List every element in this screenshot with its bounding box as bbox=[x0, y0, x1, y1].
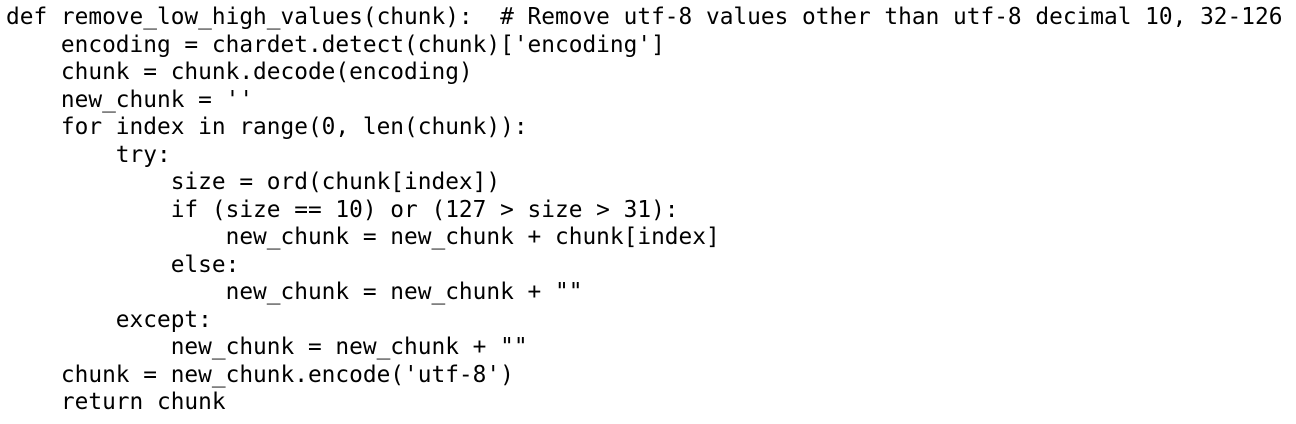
code-line-except: except: bbox=[6, 306, 212, 333]
code-line-return: return chunk bbox=[6, 389, 226, 415]
code-line-append-char: new_chunk = new_chunk + chunk[index] bbox=[6, 224, 720, 250]
code-line-except-append-empty: new_chunk = new_chunk + "" bbox=[6, 334, 528, 360]
code-line-else: else: bbox=[6, 251, 240, 278]
code-line-for-loop: for index in range(0, len(chunk)): bbox=[6, 114, 528, 140]
code-line-decode: chunk = chunk.decode(encoding) bbox=[6, 59, 473, 85]
code-line-encode: chunk = new_chunk.encode('utf-8') bbox=[6, 361, 514, 388]
code-block: def remove_low_high_values(chunk): # Rem… bbox=[6, 4, 1282, 417]
code-line-new-chunk-init: new_chunk = '' bbox=[6, 86, 254, 113]
code-line-if: if (size == 10) or (127 > size > 31): bbox=[6, 196, 679, 223]
code-line-def: def remove_low_high_values(chunk): # Rem… bbox=[6, 4, 1283, 30]
code-line-try: try: bbox=[6, 141, 171, 168]
code-line-size: size = ord(chunk[index]) bbox=[6, 169, 501, 195]
code-line-encoding: encoding = chardet.detect(chunk)['encodi… bbox=[6, 31, 665, 58]
code-line-append-empty: new_chunk = new_chunk + "" bbox=[6, 279, 583, 305]
